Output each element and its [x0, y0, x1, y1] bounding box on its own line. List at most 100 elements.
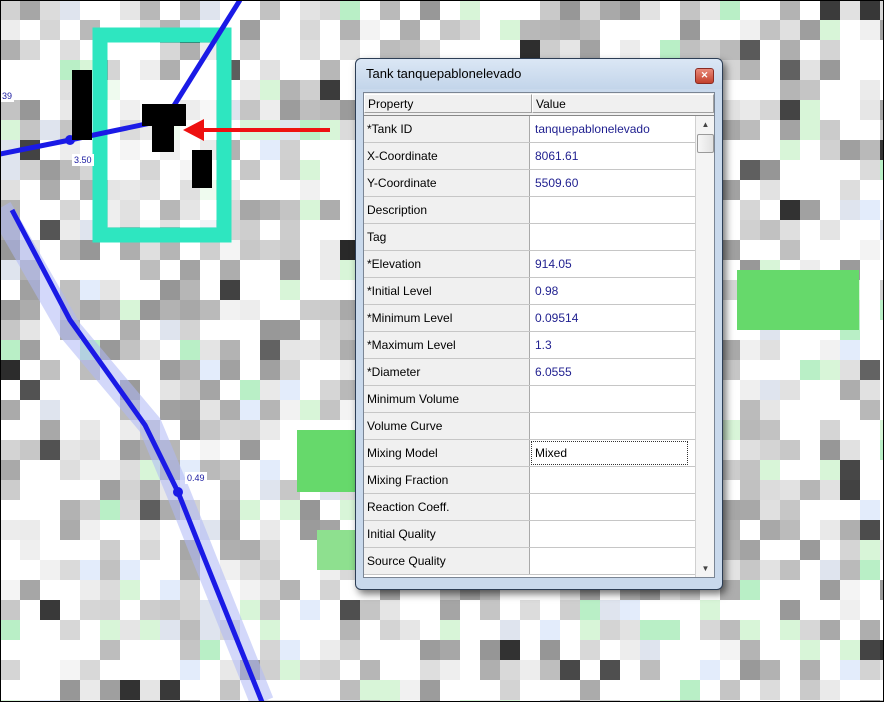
property-row[interactable]: *Maximum Level 1.3 [364, 332, 695, 359]
map-tile [300, 600, 320, 620]
map-tile [180, 400, 200, 420]
property-row[interactable]: *Initial Level 0.98 [364, 278, 695, 305]
map-tile [720, 420, 740, 440]
map-tile [240, 380, 260, 400]
property-name-cell: Reaction Coeff. [364, 494, 530, 520]
map-tile [880, 100, 884, 120]
property-value-cell[interactable]: 5509.60 [530, 170, 695, 196]
property-value-cell[interactable]: 8061.61 [530, 143, 695, 169]
map-tile [20, 160, 40, 180]
tank-icon[interactable] [142, 104, 186, 126]
map-tile [800, 660, 820, 680]
map-tile [380, 680, 400, 700]
map-tile [520, 40, 540, 60]
property-name-cell: *Initial Level [364, 278, 530, 304]
scroll-down-icon[interactable]: ▼ [696, 560, 714, 577]
column-header-property[interactable]: Property [364, 94, 532, 113]
map-tile [700, 0, 720, 20]
property-row[interactable]: Mixing Fraction [364, 467, 695, 494]
map-tile [760, 500, 780, 520]
map-tile [720, 460, 740, 480]
map-tile [340, 600, 360, 620]
map-tile [740, 420, 760, 440]
map-tile [440, 620, 460, 640]
property-row[interactable]: X-Coordinate 8061.61 [364, 143, 695, 170]
property-editor-dialog[interactable]: Tank tanquepablonelevado ✕ Property Valu… [355, 58, 723, 590]
property-value-cell[interactable]: 6.0555 [530, 359, 695, 385]
map-tile [320, 0, 340, 20]
map-tile [120, 320, 140, 340]
map-tile [80, 680, 100, 700]
close-icon: ✕ [700, 70, 709, 80]
property-value-cell[interactable] [530, 197, 695, 223]
property-name-cell: Mixing Fraction [364, 467, 530, 493]
property-value-cell[interactable] [530, 467, 695, 493]
property-row[interactable]: Mixing Model Mixed [364, 440, 695, 467]
property-value-cell[interactable] [530, 386, 695, 412]
map-tile [420, 640, 440, 660]
map-zone [737, 270, 859, 330]
map-tile [760, 420, 780, 440]
property-row[interactable]: Volume Curve [364, 413, 695, 440]
pipe-label-flow: 3.50 [72, 154, 94, 166]
map-tile [300, 180, 320, 200]
property-row[interactable]: Initial Quality [364, 521, 695, 548]
tank-icon-base[interactable] [152, 124, 174, 152]
map-tile [540, 620, 560, 640]
map-tile [740, 220, 760, 240]
property-row[interactable]: *Tank ID tanquepablonelevado [364, 116, 695, 143]
map-tile [840, 200, 860, 220]
map-tile [120, 440, 140, 460]
property-value-cell[interactable]: 0.98 [530, 278, 695, 304]
map-tile [860, 200, 880, 220]
property-row[interactable]: Source Quality [364, 548, 695, 575]
property-value-cell[interactable] [530, 224, 695, 250]
map-tile [740, 480, 760, 500]
map-tile [720, 520, 740, 540]
property-row[interactable]: Reaction Coeff. [364, 494, 695, 521]
property-value-cell[interactable] [530, 494, 695, 520]
property-row[interactable]: *Elevation 914.05 [364, 251, 695, 278]
map-tile [0, 660, 20, 680]
property-row[interactable]: Minimum Volume [364, 386, 695, 413]
scroll-up-icon[interactable]: ▲ [696, 116, 714, 133]
dialog-titlebar[interactable]: Tank tanquepablonelevado ✕ [356, 59, 722, 89]
map-tile [420, 40, 440, 60]
column-header-value[interactable]: Value [532, 94, 714, 113]
map-tile [200, 440, 220, 460]
map-tile [700, 660, 720, 680]
scroll-thumb[interactable] [697, 134, 714, 153]
property-row[interactable]: *Minimum Level 0.09514 [364, 305, 695, 332]
map-tile [380, 620, 400, 640]
property-row[interactable]: Y-Coordinate 5509.60 [364, 170, 695, 197]
property-value-cell[interactable]: Mixed [530, 440, 695, 466]
property-value-cell[interactable]: tanquepablonelevado [530, 116, 695, 142]
map-tile [820, 120, 840, 140]
map-tile [240, 20, 260, 40]
property-value-cell[interactable]: 1.3 [530, 332, 695, 358]
map-tile [360, 600, 380, 620]
property-grid[interactable]: Property Value *Tank ID tanquepabloneleva… [363, 92, 715, 578]
property-value-cell[interactable]: 0.09514 [530, 305, 695, 331]
pipe-label-flow: 0.49 [185, 472, 207, 484]
property-value-cell[interactable]: 914.05 [530, 251, 695, 277]
map-tile [760, 160, 780, 180]
map-tile [260, 640, 280, 660]
property-row[interactable]: Description [364, 197, 695, 224]
close-button[interactable]: ✕ [695, 68, 714, 84]
junction-node[interactable] [173, 487, 183, 497]
map-tile [820, 420, 840, 440]
map-tile [240, 240, 260, 260]
map-tile [880, 640, 884, 660]
map-tile [700, 600, 720, 620]
map-tile [740, 440, 760, 460]
property-value-cell[interactable] [530, 521, 695, 547]
vertical-scrollbar[interactable]: ▲ ▼ [695, 116, 714, 577]
map-tile [180, 380, 200, 400]
property-value-cell[interactable] [530, 413, 695, 439]
property-value-cell[interactable] [530, 548, 695, 574]
map-tile [280, 380, 300, 400]
property-row[interactable]: Tag [364, 224, 695, 251]
map-tile [280, 220, 300, 240]
property-row[interactable]: *Diameter 6.0555 [364, 359, 695, 386]
